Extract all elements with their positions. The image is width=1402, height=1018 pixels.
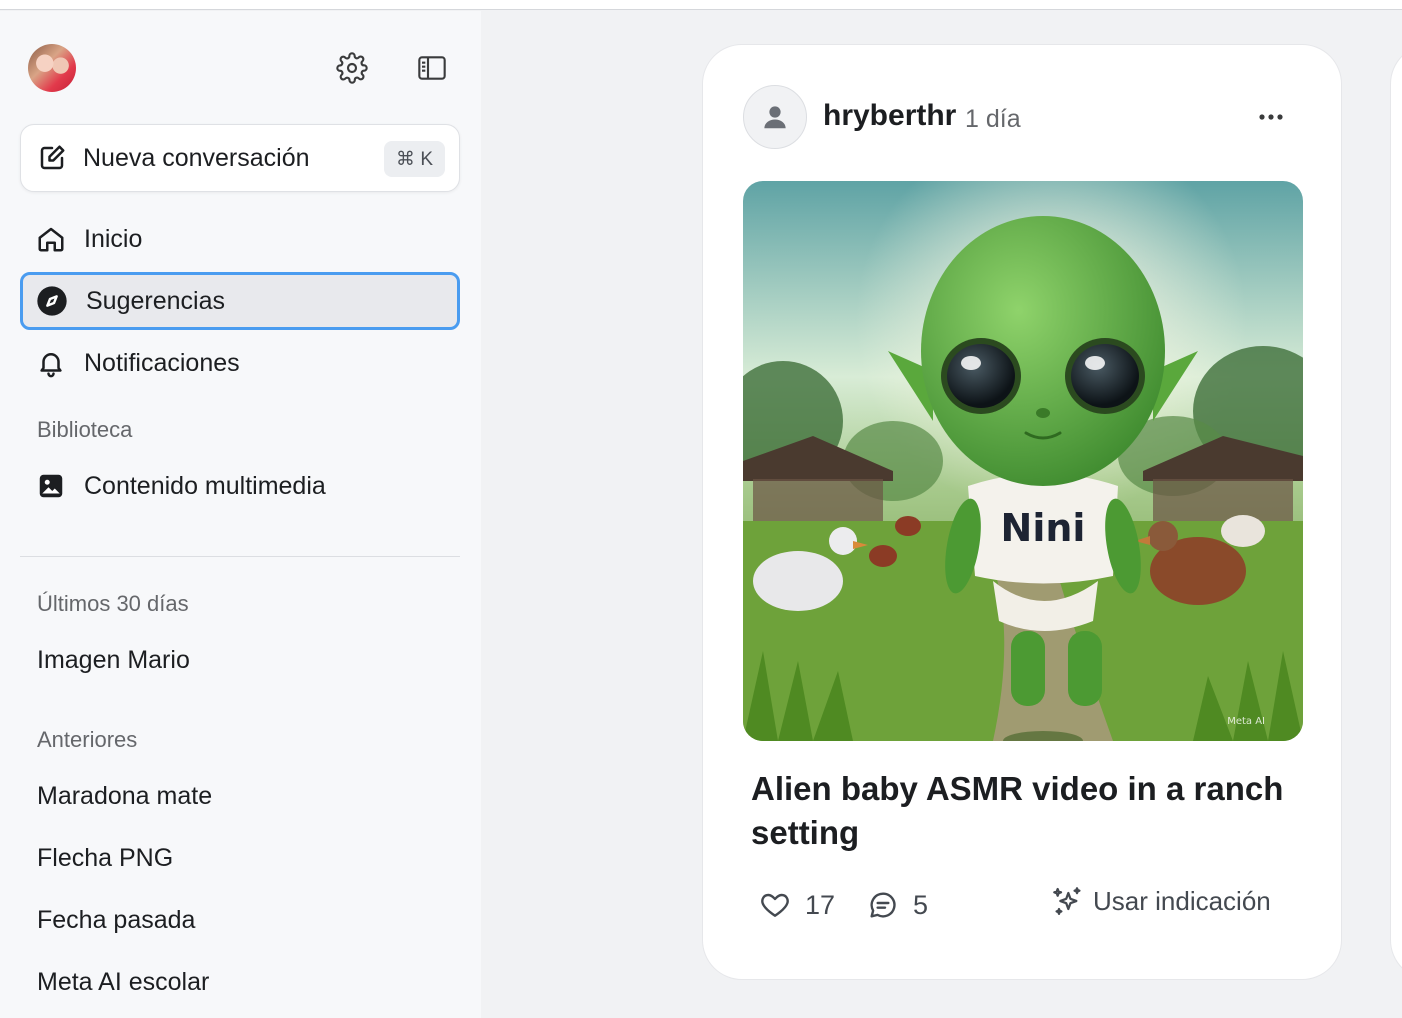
compose-icon xyxy=(40,145,65,170)
sparkle-icon xyxy=(1053,887,1081,915)
history-item[interactable]: Meta AI escolar xyxy=(37,968,209,997)
shirt-text: Nini xyxy=(1001,506,1086,550)
gear-icon xyxy=(336,52,368,84)
history-item[interactable]: Fecha pasada xyxy=(37,906,195,935)
new-conversation-button[interactable]: Nueva conversación ⌘ K xyxy=(20,124,460,192)
library-heading: Biblioteca xyxy=(37,417,133,442)
nav-item-sugerencias[interactable]: Sugerencias xyxy=(20,272,460,330)
toggle-sidebar-button[interactable] xyxy=(412,48,452,88)
sidebar-divider xyxy=(20,556,460,557)
nav-item-label: Contenido multimedia xyxy=(84,471,326,500)
post-username[interactable]: hryberthr xyxy=(823,99,956,133)
watermark-text: Meta AI xyxy=(1227,716,1265,727)
more-options-button[interactable] xyxy=(1249,101,1293,133)
sidebar: Nueva conversación ⌘ K Inicio Sugerencia… xyxy=(0,11,481,1018)
window-top-border xyxy=(0,0,1402,10)
post-card: hryberthr 1 día Nini Meta AI Alien baby … xyxy=(702,44,1342,980)
comment-count: 5 xyxy=(913,889,929,920)
nav-item-label: Inicio xyxy=(84,224,143,253)
nav-item-inicio[interactable]: Inicio xyxy=(20,210,460,268)
ellipsis-icon xyxy=(1259,114,1283,120)
nav-item-label: Notificaciones xyxy=(84,348,240,377)
like-button[interactable]: 17 xyxy=(759,889,835,921)
next-post-card-edge[interactable] xyxy=(1390,44,1402,980)
image-icon xyxy=(39,474,63,498)
nav-item-label: Sugerencias xyxy=(86,286,225,315)
shortcut-badge: ⌘ K xyxy=(384,141,445,177)
home-icon xyxy=(38,227,64,252)
bell-icon xyxy=(40,353,62,378)
history-item[interactable]: Maradona mate xyxy=(37,782,212,811)
sidebar-panel-icon xyxy=(418,56,446,80)
new-conversation-label: Nueva conversación xyxy=(83,143,310,172)
comment-button[interactable]: 5 xyxy=(867,889,928,921)
use-prompt-label: Usar indicación xyxy=(1093,885,1271,916)
person-icon xyxy=(764,106,786,129)
post-caption: Alien baby ASMR video in a ranch setting xyxy=(751,770,1284,851)
history-item[interactable]: Flecha PNG xyxy=(37,844,173,873)
post-image[interactable]: Nini Meta AI xyxy=(743,181,1303,741)
compass-icon xyxy=(37,286,67,316)
recent-heading: Últimos 30 días xyxy=(37,591,189,616)
nav-item-multimedia[interactable]: Contenido multimedia xyxy=(20,457,460,515)
nav-item-notificaciones[interactable]: Notificaciones xyxy=(20,334,460,392)
post-actions: 17 5 Usar indicación xyxy=(759,886,1299,929)
use-prompt-button[interactable]: Usar indicación xyxy=(1051,885,1271,917)
history-item[interactable]: Imagen Mario xyxy=(37,646,190,675)
older-heading: Anteriores xyxy=(37,727,138,752)
heart-icon xyxy=(761,893,789,917)
user-avatar[interactable] xyxy=(28,44,76,92)
comment-icon xyxy=(870,892,896,918)
alien-baby-illustration: Nini Meta AI xyxy=(743,181,1303,741)
settings-button[interactable] xyxy=(332,48,372,88)
post-time: 1 día xyxy=(965,105,1021,133)
post-author-avatar[interactable] xyxy=(743,85,807,149)
like-count: 17 xyxy=(805,889,836,920)
